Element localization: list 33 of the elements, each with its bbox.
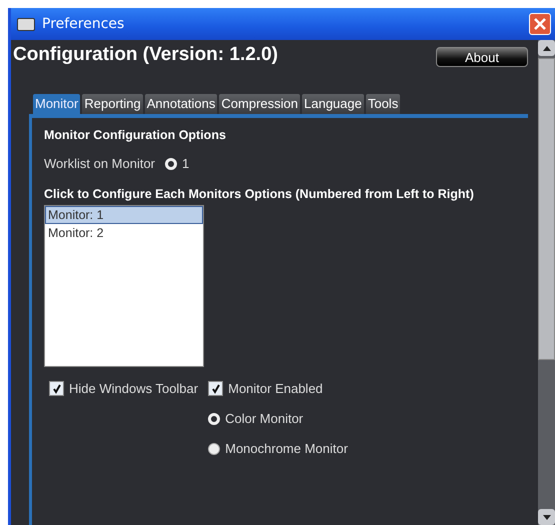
radio-label: 1 <box>182 156 190 171</box>
tab[interactable]: Compression <box>219 94 300 114</box>
about-button[interactable]: About <box>436 47 528 67</box>
tab[interactable]: Reporting <box>82 94 143 114</box>
app-icon <box>17 18 35 30</box>
check-icon <box>210 384 221 394</box>
list-item[interactable]: Monitor: 1 <box>45 206 203 224</box>
caret-down-icon <box>542 514 550 520</box>
scrollbar[interactable] <box>538 40 555 525</box>
tab[interactable]: Language <box>302 94 364 114</box>
radio-button[interactable] <box>208 442 220 454</box>
window-title: Preferences <box>42 16 126 32</box>
section-title: Monitor Configuration Options <box>44 128 227 142</box>
tab[interactable]: Tools <box>366 94 400 114</box>
close-icon <box>533 17 547 31</box>
list-item[interactable]: Monitor: 2 <box>45 224 203 242</box>
scroll-down-button[interactable] <box>538 509 555 525</box>
scroll-up-button[interactable] <box>538 40 555 56</box>
caret-up-icon <box>542 46 550 50</box>
checkbox-label: Monitor Enabled <box>228 381 323 396</box>
tab[interactable]: Monitor <box>33 94 80 114</box>
checkbox[interactable] <box>49 381 64 396</box>
radio-label: Monochrome Monitor <box>225 441 348 456</box>
checkbox-label: Hide Windows Toolbar <box>69 381 198 396</box>
page-heading: Configuration (Version: 1.2.0) <box>13 44 278 66</box>
scroll-thumb[interactable] <box>538 58 555 360</box>
close-button[interactable] <box>529 13 551 35</box>
tab[interactable]: Annotations <box>144 94 218 114</box>
field-label: Worklist on Monitor <box>44 156 156 171</box>
radio-label: Color Monitor <box>225 411 304 426</box>
check-icon <box>52 384 62 394</box>
checkbox[interactable] <box>208 381 224 396</box>
section-title: Click to Configure Each Monitors Options (Numbered from Left to Right) <box>44 187 475 201</box>
